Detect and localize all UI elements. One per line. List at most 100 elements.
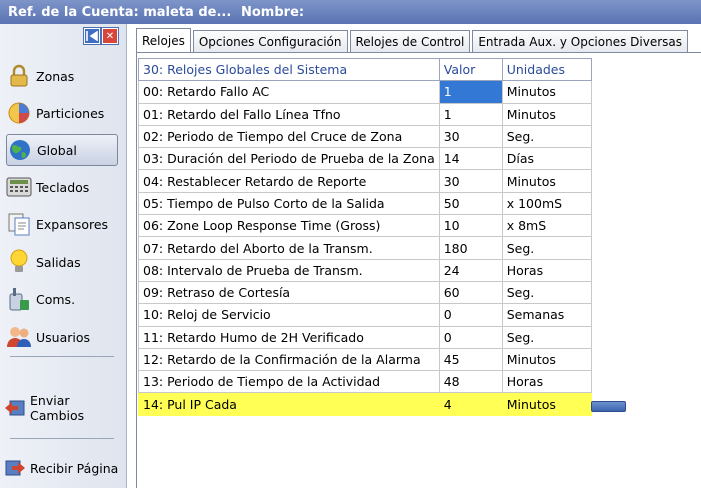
tab-entrada-aux[interactable]: Entrada Aux. y Opciones Diversas	[472, 30, 689, 52]
timer-name-cell: 09: Retraso de Cortesía	[138, 280, 440, 305]
timer-value-cell[interactable]: 14	[438, 147, 503, 171]
timer-name-cell: 00: Retardo Fallo AC	[138, 80, 440, 104]
sidebar-separator	[10, 438, 114, 439]
receive-icon	[4, 455, 26, 481]
sidebar: ✕ Zonas Particiones Global Teclados Expa…	[0, 24, 127, 488]
receive-page-button[interactable]: Recibir Página	[4, 452, 124, 484]
table-row[interactable]: 13: Periodo de Tiempo de la Actividad 48 H…	[138, 370, 592, 394]
sidebar-item-expansores[interactable]: Expansores	[6, 208, 118, 240]
keypad-icon	[6, 174, 32, 200]
sidebar-item-usuarios[interactable]: Usuarios	[6, 321, 118, 353]
name-label: Nombre:	[241, 4, 305, 20]
lightbulb-icon	[6, 249, 32, 275]
timer-value-cell[interactable]: 180	[438, 236, 503, 260]
sidebar-item-label: Zonas	[36, 68, 75, 84]
timer-units-cell: Horas	[501, 258, 592, 282]
table-row[interactable]: 06: Zone Loop Response Time (Gross) 10 x 8…	[138, 214, 592, 238]
sidebar-item-coms[interactable]: Coms.	[6, 283, 118, 315]
timer-value-cell[interactable]: 50	[438, 191, 503, 216]
tab-bar: Relojes Opciones Configuración Relojes d…	[136, 28, 690, 52]
sidebar-item-salidas[interactable]: Salidas	[6, 246, 118, 278]
timer-units-cell: Minutos	[501, 392, 592, 416]
table-row[interactable]: 08: Intervalo de Prueba de Transm. 24 Hora…	[138, 258, 592, 282]
sidebar-item-zonas[interactable]: Zonas	[6, 60, 118, 92]
timer-value-cell[interactable]: 10	[438, 214, 503, 238]
sidebar-item-label: Particiones	[36, 105, 105, 121]
table-row[interactable]: 14: Pul IP Cada 4 Minutos	[138, 392, 592, 416]
timer-value-cell[interactable]: 48	[438, 370, 503, 394]
users-icon	[6, 324, 32, 350]
sidebar-separator	[10, 356, 114, 357]
timer-units-cell: x 100mS	[501, 191, 592, 216]
lock-icon	[6, 63, 32, 89]
sidebar-item-label: Salidas	[36, 254, 81, 270]
table-row[interactable]: 07: Retardo del Aborto de la Transm. 180 S…	[138, 236, 592, 260]
collapse-icon[interactable]	[84, 28, 100, 44]
collapse-button[interactable]	[591, 401, 626, 412]
table-row[interactable]: 00: Retardo Fallo AC 1 Minutos	[138, 80, 592, 104]
timer-units-cell: Horas	[501, 370, 592, 394]
timer-value-cell[interactable]: 60	[438, 280, 503, 305]
timer-value-cell[interactable]: 45	[438, 347, 503, 372]
timer-name-cell: 03: Duración del Periodo de Prueba de la…	[138, 147, 440, 171]
timers-grid: 30: Relojes Globales del Sistema Valor U…	[138, 57, 592, 416]
close-icon[interactable]: ✕	[102, 28, 118, 44]
timer-units-cell: Minutos	[501, 347, 592, 372]
timer-name-cell: 07: Retardo del Aborto de la Transm.	[138, 236, 440, 260]
timer-name-cell: 12: Retardo de la Confirmación de la Ala…	[138, 347, 440, 372]
table-row[interactable]: 04: Restablecer Retardo de Reporte 30 Minu…	[138, 169, 592, 193]
table-row[interactable]: 02: Periodo de Tiempo del Cruce de Zona 3…	[138, 124, 592, 149]
timer-units-cell: Seg.	[501, 236, 592, 260]
sidebar-item-particiones[interactable]: Particiones	[6, 97, 118, 129]
timer-value-cell[interactable]: 30	[438, 124, 503, 149]
timer-name-cell: 10: Reloj de Servicio	[138, 303, 440, 327]
expanders-icon	[6, 211, 32, 237]
timer-name-cell: 13: Periodo de Tiempo de la Actividad	[138, 370, 440, 394]
timer-name-cell: 04: Restablecer Retardo de Reporte	[138, 169, 440, 193]
column-header-value[interactable]: Valor	[438, 57, 503, 82]
table-row[interactable]: 05: Tiempo de Pulso Corto de la Salida 50…	[138, 191, 592, 216]
column-header-units[interactable]: Unidades	[501, 57, 592, 82]
timer-name-cell: 06: Zone Loop Response Time (Gross)	[138, 214, 440, 238]
timer-value-cell[interactable]: 24	[438, 258, 503, 282]
timer-name-cell: 14: Pul IP Cada	[138, 392, 440, 416]
tab-opciones-configuracion[interactable]: Opciones Configuración	[192, 30, 348, 52]
phone-icon	[6, 286, 32, 312]
table-row[interactable]: 12: Retardo de la Confirmación de la Ala…	[138, 347, 592, 372]
timer-name-cell: 08: Intervalo de Prueba de Transm.	[138, 258, 440, 282]
title-bar: Ref. de la Cuenta: maleta de... Nombre:	[0, 0, 701, 24]
tab-relojes[interactable]: Relojes	[136, 28, 191, 52]
table-row[interactable]: 11: Retardo Humo de 2H Verificado 0 Seg.	[138, 325, 592, 349]
send-changes-button[interactable]: Enviar Cambios	[4, 392, 124, 424]
sidebar-item-label: Expansores	[36, 216, 109, 232]
timer-units-cell: Minutos	[501, 169, 592, 193]
table-row[interactable]: 03: Duración del Periodo de Prueba de la…	[138, 147, 592, 171]
timer-units-cell: x 8mS	[501, 214, 592, 238]
timer-value-cell[interactable]: 0	[438, 325, 503, 349]
timer-units-cell: Semanas	[501, 303, 592, 327]
timer-name-cell: 11: Retardo Humo de 2H Verificado	[138, 325, 440, 349]
table-row[interactable]: 01: Retardo del Fallo Línea Tfno 1 Minutos	[138, 102, 592, 126]
table-row[interactable]: 10: Reloj de Servicio 0 Semanas	[138, 303, 592, 327]
table-row[interactable]: 09: Retraso de Cortesía 60 Seg.	[138, 280, 592, 305]
timer-name-cell: 05: Tiempo de Pulso Corto de la Salida	[138, 191, 440, 216]
timer-value-cell[interactable]: 30	[438, 169, 503, 193]
timer-value-cell[interactable]: 1	[438, 102, 503, 126]
sidebar-item-global[interactable]: Global	[6, 134, 118, 166]
timer-value-cell[interactable]: 0	[438, 303, 503, 327]
application-window: Ref. de la Cuenta: maleta de... Nombre: …	[0, 0, 701, 488]
timer-units-cell: Seg.	[501, 280, 592, 305]
timer-value-cell[interactable]: 4	[438, 392, 503, 416]
globe-icon	[7, 137, 33, 163]
sidebar-item-teclados[interactable]: Teclados	[6, 171, 118, 203]
timer-value-cell[interactable]: 1	[438, 80, 503, 104]
column-header-timer[interactable]: 30: Relojes Globales del Sistema	[138, 57, 440, 82]
timer-name-cell: 02: Periodo de Tiempo del Cruce de Zona	[138, 124, 440, 149]
sidebar-item-label: Global	[37, 142, 77, 158]
partitions-icon	[6, 100, 32, 126]
send-icon	[4, 395, 26, 421]
tab-relojes-de-control[interactable]: Relojes de Control	[349, 30, 471, 52]
timer-units-cell: Minutos	[501, 80, 592, 104]
sidebar-item-label: Usuarios	[36, 329, 91, 345]
timer-name-cell: 01: Retardo del Fallo Línea Tfno	[138, 102, 440, 126]
